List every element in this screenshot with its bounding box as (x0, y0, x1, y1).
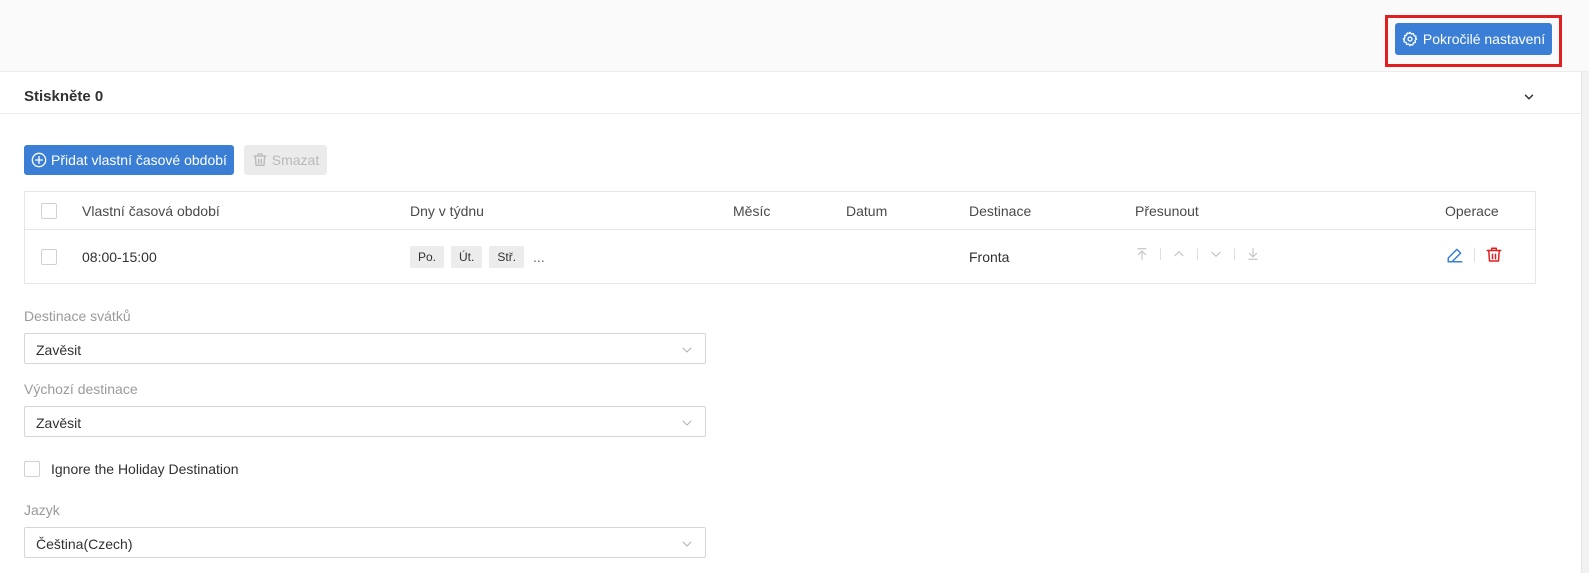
header-period: Vlastní časová období (82, 203, 220, 219)
holiday-destination-label: Destinace svátků (24, 308, 131, 324)
header-days: Dny v týdnu (410, 203, 484, 219)
header-destination: Destinace (969, 203, 1032, 219)
default-destination-select[interactable]: Zavěsit (24, 406, 706, 437)
ignore-holiday-checkbox[interactable] (24, 461, 40, 477)
header-date: Datum (846, 203, 888, 219)
trash-icon[interactable] (1485, 246, 1503, 264)
gear-icon (1402, 31, 1418, 47)
table-header: Vlastní časová období Dny v týdnu Měsíc … (25, 192, 1535, 230)
row-period: 08:00-15:00 (82, 249, 157, 265)
header-month: Měsíc (733, 203, 771, 219)
divider (1474, 248, 1475, 262)
chevron-up-icon[interactable] (1172, 247, 1186, 261)
chevron-down-icon (682, 541, 692, 547)
trash-icon (253, 153, 267, 166)
chevron-down-icon[interactable] (1209, 247, 1223, 261)
delete-button[interactable]: Smazat (244, 145, 327, 175)
scrollbar-track[interactable] (1581, 72, 1589, 573)
header-operations: Operace (1445, 203, 1499, 219)
row-checkbox[interactable] (41, 249, 57, 265)
top-toolbar: Pokročilé nastavení (0, 0, 1589, 72)
section-header[interactable]: Stiskněte 0 (0, 72, 1581, 114)
advanced-settings-label: Pokročilé nastavení (1422, 31, 1546, 47)
time-periods-table: Vlastní časová období Dny v týdnu Měsíc … (24, 191, 1536, 284)
pencil-icon[interactable] (1446, 246, 1464, 264)
weekday-tag: Út. (451, 246, 483, 268)
delete-label: Smazat (271, 152, 320, 168)
add-custom-period-button[interactable]: Přidat vlastní časové období (24, 145, 234, 175)
holiday-destination-value: Zavěsit (36, 342, 82, 358)
section-title: Stiskněte 0 (24, 88, 104, 105)
chevron-down-icon (682, 420, 692, 426)
divider (1197, 248, 1198, 260)
arrow-to-bottom-icon[interactable] (1246, 247, 1260, 261)
plus-circle-icon (31, 152, 47, 168)
default-destination-label: Výchozí destinace (24, 381, 138, 397)
more-days-indicator: ... (533, 249, 545, 265)
chevron-down-icon (682, 347, 692, 353)
weekday-tags: Po. Út. Stř. ... (410, 246, 545, 268)
default-destination-value: Zavěsit (36, 415, 82, 431)
header-move: Přesunout (1135, 203, 1199, 219)
divider (1234, 248, 1235, 260)
select-all-checkbox[interactable] (41, 203, 57, 219)
row-destination: Fronta (969, 249, 1010, 265)
language-label: Jazyk (24, 502, 60, 518)
ignore-holiday-label: Ignore the Holiday Destination (51, 461, 239, 477)
chevron-down-icon[interactable] (1522, 90, 1536, 104)
divider (1160, 248, 1161, 260)
add-custom-period-label: Přidat vlastní časové období (51, 152, 227, 168)
weekday-tag: Po. (410, 246, 445, 268)
ignore-holiday-row[interactable]: Ignore the Holiday Destination (24, 461, 239, 477)
language-value: Čeština(Czech) (36, 536, 133, 552)
move-controls (1135, 247, 1260, 261)
arrow-to-top-icon[interactable] (1135, 247, 1149, 261)
advanced-settings-button[interactable]: Pokročilé nastavení (1395, 23, 1552, 55)
holiday-destination-select[interactable]: Zavěsit (24, 333, 706, 364)
table-row: 08:00-15:00 Po. Út. Stř. ... Fronta (25, 230, 1535, 284)
row-operations (1446, 246, 1503, 264)
language-select[interactable]: Čeština(Czech) (24, 527, 706, 558)
weekday-tag: Stř. (489, 246, 525, 268)
